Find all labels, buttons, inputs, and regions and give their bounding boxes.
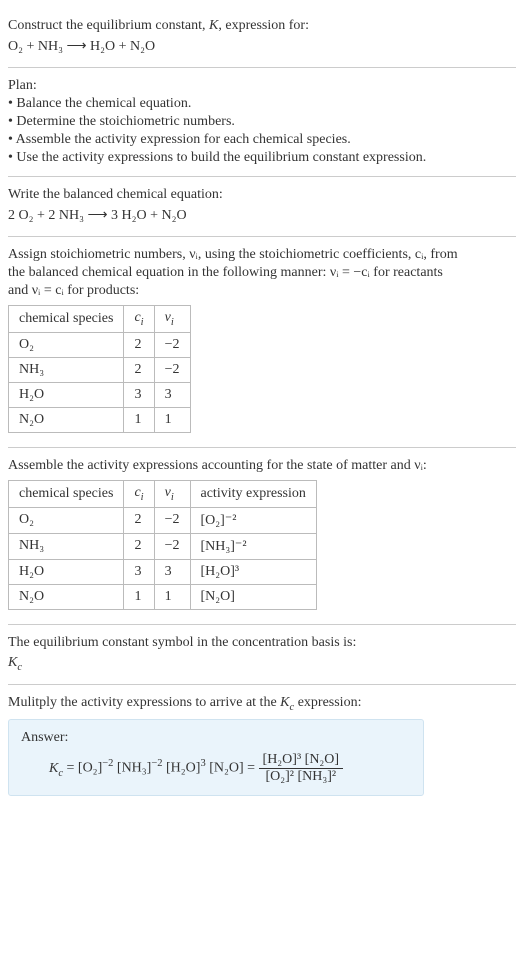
table-row: NH₃ 2 −2 [NH₃]⁻² xyxy=(9,533,317,559)
cell-species: NH₃ xyxy=(9,533,124,559)
cell-activity: [H₂O]³ xyxy=(190,559,316,584)
cell-species: O₂ xyxy=(9,507,124,533)
stoich-intro-1: Assign stoichiometric numbers, νᵢ, using… xyxy=(8,247,516,263)
cell-ci: 1 xyxy=(124,407,154,432)
col-ci: ci xyxy=(124,306,154,333)
cell-nui: −2 xyxy=(154,332,190,357)
table-header-row: chemical species ci νi activity expressi… xyxy=(9,480,317,507)
table-row: O₂ 2 −2 [O₂]⁻² xyxy=(9,507,317,533)
stoich-intro-3: and νᵢ = cᵢ for products: xyxy=(8,283,516,299)
section-stoich: Assign stoichiometric numbers, νᵢ, using… xyxy=(8,237,516,448)
kc-symbol-label: The equilibrium constant symbol in the c… xyxy=(8,635,516,651)
cell-species: NH₃ xyxy=(9,357,124,382)
construct-line1: Construct the equilibrium constant, K, e… xyxy=(8,18,516,34)
cell-nui: 1 xyxy=(154,407,190,432)
table-row: N₂O 1 1 xyxy=(9,407,191,432)
plan-bullet-1: • Balance the chemical equation. xyxy=(8,96,516,112)
section-kc-symbol: The equilibrium constant symbol in the c… xyxy=(8,625,516,686)
cell-nui: −2 xyxy=(154,357,190,382)
section-plan: Plan: • Balance the chemical equation. •… xyxy=(8,68,516,177)
cell-ci: 2 xyxy=(124,332,154,357)
cell-nui: 1 xyxy=(154,584,190,609)
answer-fraction: [H₂O]³ [N₂O] [O₂]² [NH₃]² xyxy=(259,752,344,785)
balanced-equation: 2 O₂ + 2 NH₃ ⟶ 3 H₂O + N₂O xyxy=(8,207,516,224)
answer-box: Answer: Kc = [O₂]−2 [NH₃]−2 [H₂O]3 [N₂O]… xyxy=(8,719,424,796)
cell-nui: −2 xyxy=(154,507,190,533)
plan-bullet-4: • Use the activity expressions to build … xyxy=(8,150,516,166)
col-nui: νi xyxy=(154,480,190,507)
cell-nui: 3 xyxy=(154,382,190,407)
col-ci: ci xyxy=(124,480,154,507)
answer-label: Answer: xyxy=(21,730,411,746)
cell-ci: 2 xyxy=(124,507,154,533)
section-activity: Assemble the activity expressions accoun… xyxy=(8,448,516,625)
plan-bullet-2: • Determine the stoichiometric numbers. xyxy=(8,114,516,130)
stoich-table: chemical species ci νi O₂ 2 −2 NH₃ 2 −2 … xyxy=(8,305,191,433)
cell-ci: 3 xyxy=(124,382,154,407)
cell-species: O₂ xyxy=(9,332,124,357)
multiply-label: Mulitply the activity expressions to arr… xyxy=(8,695,516,713)
plan-bullet-3: • Assemble the activity expression for e… xyxy=(8,132,516,148)
table-row: H₂O 3 3 xyxy=(9,382,191,407)
balanced-label: Write the balanced chemical equation: xyxy=(8,187,516,203)
cell-species: N₂O xyxy=(9,584,124,609)
table-header-row: chemical species ci νi xyxy=(9,306,191,333)
answer-numerator: [H₂O]³ [N₂O] xyxy=(259,752,344,769)
cell-nui: 3 xyxy=(154,559,190,584)
kc-symbol: Kc xyxy=(8,655,516,673)
table-row: H₂O 3 3 [H₂O]³ xyxy=(9,559,317,584)
cell-ci: 1 xyxy=(124,584,154,609)
cell-ci: 2 xyxy=(124,357,154,382)
activity-table: chemical species ci νi activity expressi… xyxy=(8,480,317,610)
table-row: NH₃ 2 −2 xyxy=(9,357,191,382)
stoich-intro-2: the balanced chemical equation in the fo… xyxy=(8,265,516,281)
answer-denominator: [O₂]² [NH₃]² xyxy=(259,769,344,785)
cell-activity: [N₂O] xyxy=(190,584,316,609)
activity-intro: Assemble the activity expressions accoun… xyxy=(8,458,516,474)
cell-ci: 2 xyxy=(124,533,154,559)
cell-ci: 3 xyxy=(124,559,154,584)
unbalanced-equation: O₂ + NH₃ ⟶ H₂O + N₂O xyxy=(8,38,516,55)
cell-nui: −2 xyxy=(154,533,190,559)
col-species: chemical species xyxy=(9,480,124,507)
table-row: O₂ 2 −2 xyxy=(9,332,191,357)
plan-title: Plan: xyxy=(8,78,516,94)
cell-activity: [NH₃]⁻² xyxy=(190,533,316,559)
section-answer: Mulitply the activity expressions to arr… xyxy=(8,685,516,804)
cell-species: N₂O xyxy=(9,407,124,432)
cell-species: H₂O xyxy=(9,559,124,584)
cell-activity: [O₂]⁻² xyxy=(190,507,316,533)
cell-species: H₂O xyxy=(9,382,124,407)
col-activity: activity expression xyxy=(190,480,316,507)
table-row: N₂O 1 1 [N₂O] xyxy=(9,584,317,609)
section-construct: Construct the equilibrium constant, K, e… xyxy=(8,8,516,68)
section-balanced: Write the balanced chemical equation: 2 … xyxy=(8,177,516,237)
col-nui: νi xyxy=(154,306,190,333)
answer-equation: Kc = [O₂]−2 [NH₃]−2 [H₂O]3 [N₂O] = [H₂O]… xyxy=(21,752,411,785)
col-species: chemical species xyxy=(9,306,124,333)
